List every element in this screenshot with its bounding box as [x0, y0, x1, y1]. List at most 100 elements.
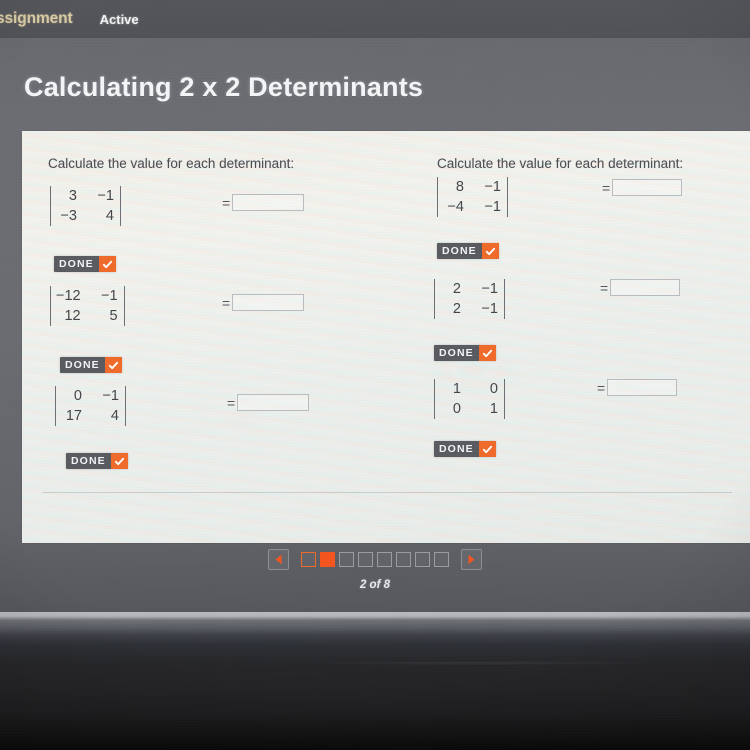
pagination-step-3[interactable]	[339, 552, 354, 567]
done-button-label: DONE	[442, 245, 477, 257]
matrix-row: 0 1	[435, 399, 505, 419]
answer-input[interactable]	[610, 279, 681, 296]
done-button-label: DONE	[71, 455, 106, 467]
matrix-cell: 4	[105, 208, 114, 224]
matrix-cell: −1	[484, 179, 501, 195]
matrix-row: −3 4	[51, 206, 121, 226]
checkmark-icon	[478, 441, 496, 457]
matrix-cell: 2	[452, 301, 461, 317]
matrix-cell: 0	[73, 388, 82, 404]
determinant-matrix: 2 −1 2 −1	[434, 279, 505, 319]
previous-page-button[interactable]	[268, 549, 289, 570]
determinant-matrix: 3 −1 −3 4	[50, 186, 121, 226]
matrix-cell: −1	[484, 199, 501, 215]
equals-sign: =	[602, 179, 611, 196]
matrix-cell: 8	[455, 179, 464, 195]
matrix-row: 12 5	[51, 306, 125, 326]
answer-row: =	[227, 394, 310, 411]
determinant-matrix: 8 −1 −4 −1	[437, 177, 508, 217]
done-button-label: DONE	[439, 347, 474, 359]
matrix-row: 2 −1	[435, 299, 505, 319]
pagination-step-7[interactable]	[415, 552, 430, 567]
triangle-left-icon	[274, 554, 283, 565]
done-button[interactable]: DONE	[60, 357, 122, 373]
screen-photo: ssignment Active Calculating 2 x 2 Deter…	[0, 0, 750, 750]
next-page-button[interactable]	[461, 549, 482, 570]
matrix-cell: −12	[56, 288, 81, 304]
page-title: Calculating 2 x 2 Determinants	[24, 72, 424, 102]
answer-row: =	[222, 194, 305, 211]
done-button-label: DONE	[59, 258, 94, 270]
nav-active-tab[interactable]: Active	[100, 12, 139, 27]
pagination-count-label: 2 of 8	[359, 579, 391, 591]
matrix-cell: −1	[481, 281, 498, 297]
top-navigation-bar: ssignment Active	[0, 0, 750, 38]
matrix-cell: 1	[452, 381, 461, 397]
pagination-step-4[interactable]	[358, 552, 373, 567]
done-button[interactable]: DONE	[66, 453, 128, 469]
app-window: ssignment Active Calculating 2 x 2 Deter…	[0, 0, 750, 612]
pagination-controls	[268, 549, 482, 570]
done-button-label: DONE	[65, 359, 100, 371]
answer-row: =	[602, 179, 683, 196]
right-column-prompt: Calculate the value for each determinant…	[437, 156, 684, 171]
matrix-row: 0 −1	[56, 386, 126, 406]
matrix-cell: −4	[447, 199, 464, 215]
triangle-right-icon	[467, 554, 476, 565]
determinant-matrix: −12 −1 12 5	[50, 286, 125, 326]
matrix-cell: 2	[452, 281, 461, 297]
checkmark-icon	[110, 453, 128, 469]
pagination-step-2[interactable]	[320, 552, 335, 567]
matrix-row: 1 0	[435, 379, 505, 399]
answer-input[interactable]	[612, 179, 683, 196]
content-divider	[42, 492, 732, 493]
monitor-surround	[0, 612, 750, 750]
answer-row: =	[597, 379, 678, 396]
matrix-cell: 4	[110, 408, 119, 424]
pagination-step-1[interactable]	[301, 552, 316, 567]
equals-sign: =	[222, 194, 231, 211]
matrix-cell: 0	[489, 381, 498, 397]
answer-input[interactable]	[607, 379, 678, 396]
desk-glint	[300, 661, 660, 665]
matrix-cell: −1	[102, 388, 119, 404]
checkmark-icon	[104, 357, 122, 373]
checkmark-icon	[98, 256, 116, 272]
pagination: 2 of 8	[0, 549, 750, 591]
matrix-cell: −1	[97, 188, 114, 204]
matrix-cell: −1	[481, 301, 498, 317]
matrix-row: 8 −1	[438, 177, 508, 197]
matrix-row: 3 −1	[51, 186, 121, 206]
matrix-row: −12 −1	[51, 286, 125, 306]
pagination-step-5[interactable]	[377, 552, 392, 567]
done-button[interactable]: DONE	[437, 243, 499, 259]
answer-input[interactable]	[232, 194, 305, 211]
matrix-row: −4 −1	[438, 197, 508, 217]
left-column-prompt: Calculate the value for each determinant…	[48, 156, 295, 171]
answer-input[interactable]	[237, 394, 310, 411]
matrix-cell: 1	[489, 401, 498, 417]
done-button[interactable]: DONE	[434, 441, 496, 457]
answer-row: =	[600, 279, 681, 296]
done-button-label: DONE	[439, 443, 474, 455]
equals-sign: =	[222, 294, 231, 311]
checkmark-icon	[478, 345, 496, 361]
determinant-matrix: 1 0 0 1	[434, 379, 505, 419]
matrix-cell: −1	[101, 288, 118, 304]
matrix-cell: 0	[452, 401, 461, 417]
determinant-matrix: 0 −1 17 4	[55, 386, 126, 426]
matrix-cell: 5	[109, 308, 118, 324]
done-button[interactable]: DONE	[434, 345, 496, 361]
nav-assignment-label[interactable]: ssignment	[0, 10, 73, 28]
answer-input[interactable]	[232, 294, 305, 311]
matrix-cell: 17	[65, 408, 82, 424]
done-button[interactable]: DONE	[54, 256, 116, 272]
matrix-row: 17 4	[56, 406, 126, 426]
equals-sign: =	[597, 379, 606, 396]
matrix-cell: −3	[60, 208, 77, 224]
equals-sign: =	[600, 279, 609, 296]
pagination-step-8[interactable]	[434, 552, 449, 567]
matrix-cell: 12	[64, 308, 81, 324]
equals-sign: =	[227, 394, 236, 411]
pagination-step-6[interactable]	[396, 552, 411, 567]
